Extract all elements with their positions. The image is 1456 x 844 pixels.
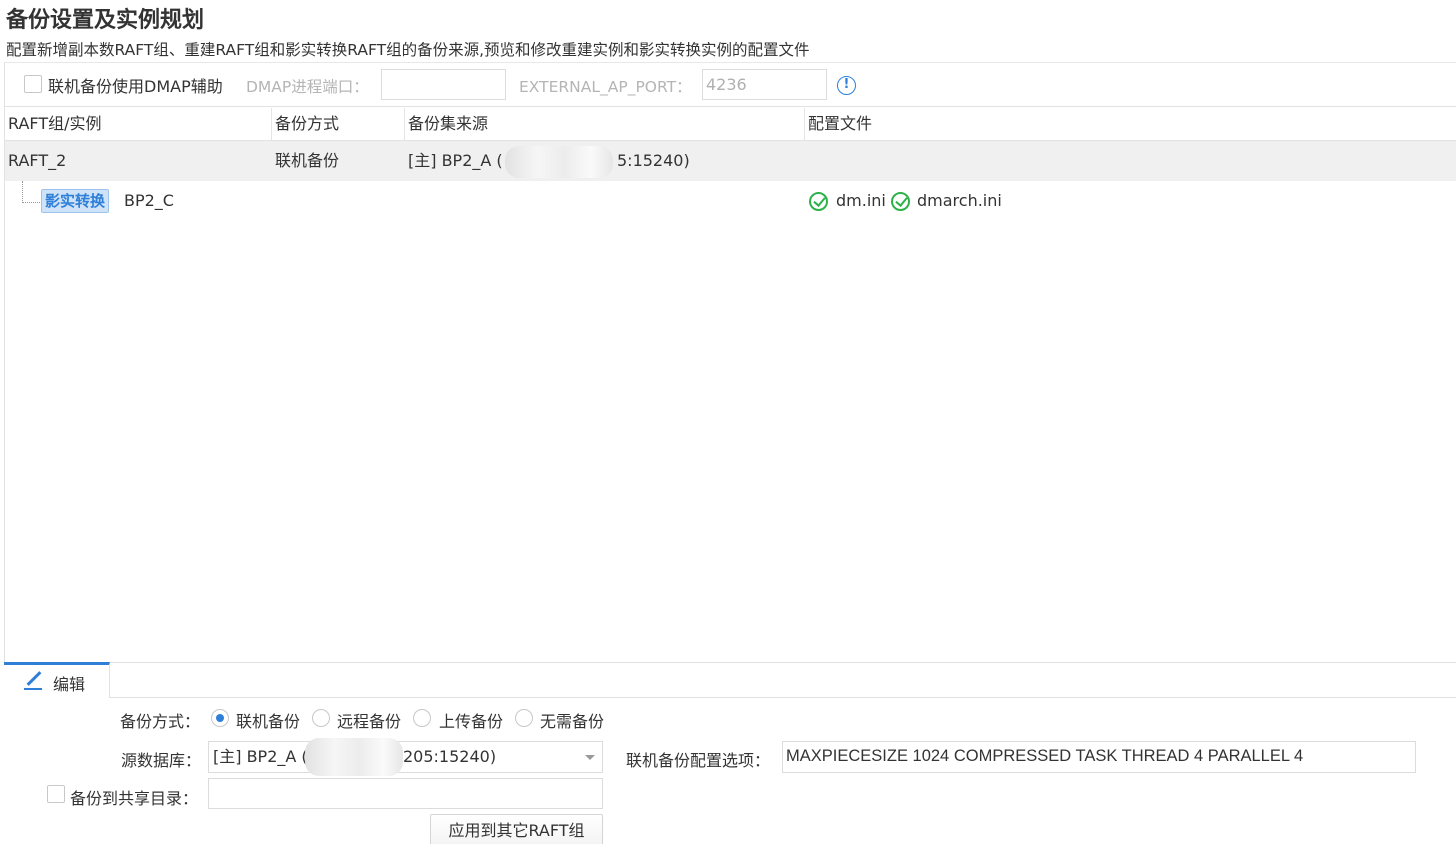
radio-no-backup[interactable] [515,709,533,727]
share-dir-label[interactable]: 备份到共享目录： [70,785,198,809]
table-row-raft[interactable]: RAFT_2 联机备份 [主] BP2_A ( 5:15240) [5,141,1456,181]
tab-edit-label: 编辑 [53,675,86,694]
check-circle-icon [891,192,910,211]
radio-online-backup[interactable] [211,709,229,727]
tab-strip-line [110,697,1456,698]
external-ap-port-input[interactable]: 4236 [702,69,827,100]
source-db-suffix: 205:15240) [403,747,497,766]
share-dir-checkbox[interactable] [47,785,65,803]
dmap-checkbox[interactable] [24,75,42,93]
table-header: RAFT组/实例 备份方式 备份集来源 配置文件 [5,108,1456,141]
config-file-dm-ini[interactable]: dm.ini [836,181,886,221]
pencil-base-line [24,688,42,690]
dmap-checkbox-label[interactable]: 联机备份使用DMAP辅助 [48,73,223,97]
redacted-ip-mask [305,738,403,776]
column-header-raft: RAFT组/实例 [8,114,102,133]
page-description: 配置新增副本数RAFT组、重建RAFT组和影实转换RAFT组的备份来源,预览和修… [6,41,810,59]
info-icon[interactable]: ! [837,76,856,95]
pencil-icon [26,671,42,686]
backup-method-label: 备份方式： [120,712,201,731]
column-header-source: 备份集来源 [404,108,804,141]
raft-plan-panel: 联机备份使用DMAP辅助 DMAP进程端口： EXTERNAL_AP_PORT：… [4,62,1456,664]
radio-online-backup-label[interactable]: 联机备份 [236,708,300,732]
tree-connector [22,181,40,203]
apply-to-other-raft-button[interactable]: 应用到其它RAFT组 [430,814,603,844]
raft-backup-method: 联机备份 [275,151,340,170]
online-backup-options-input[interactable]: MAXPIECESIZE 1024 COMPRESSED TASK THREAD… [782,741,1416,773]
source-db-label: 源数据库： [121,751,202,770]
radio-remote-backup-label[interactable]: 远程备份 [337,708,401,732]
column-header-config: 配置文件 [804,108,1456,141]
edit-divider [4,662,1456,663]
page-title: 备份设置及实例规划 [6,8,205,33]
check-circle-icon [809,192,828,211]
raft-name: RAFT_2 [8,151,67,170]
dmap-port-input[interactable] [381,69,506,100]
raft-source-prefix: [主] BP2_A ( [408,151,503,170]
share-dir-input[interactable] [208,778,603,809]
radio-remote-backup[interactable] [312,709,330,727]
tab-edit[interactable]: 编辑 [4,662,110,698]
external-ap-port-label: EXTERNAL_AP_PORT： [519,78,692,96]
raft-source-suffix: 5:15240) [617,151,690,170]
dmap-options-row: 联机备份使用DMAP辅助 DMAP进程端口： EXTERNAL_AP_PORT：… [5,63,1456,107]
raft-backup-source: [主] BP2_A ( [408,141,503,181]
shadow-convert-tag: 影实转换 [41,189,110,213]
column-header-method: 备份方式 [271,108,404,141]
table-row-instance[interactable]: 影实转换 BP2_C dm.ini dmarch.ini [5,181,1456,221]
dmap-port-label: DMAP进程端口： [246,78,369,96]
config-file-dmarch-ini[interactable]: dmarch.ini [917,181,1002,221]
online-backup-options-label: 联机备份配置选项： [626,751,771,770]
chevron-down-icon [585,755,595,760]
source-db-prefix: [主] BP2_A ( [213,747,308,766]
instance-name: BP2_C [124,191,174,210]
redacted-ip-mask [505,146,613,178]
radio-no-backup-label[interactable]: 无需备份 [540,708,604,732]
radio-upload-backup[interactable] [413,709,431,727]
radio-upload-backup-label[interactable]: 上传备份 [439,708,503,732]
